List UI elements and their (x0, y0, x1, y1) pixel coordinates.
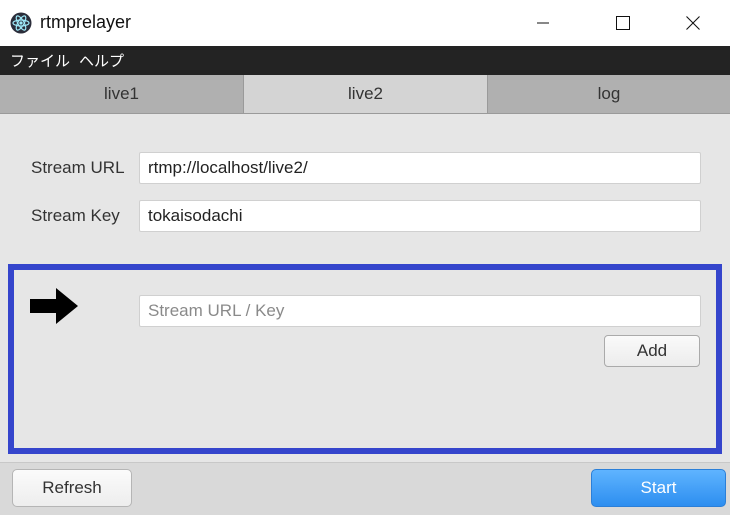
add-button[interactable]: Add (604, 335, 700, 367)
app-logo-icon (10, 12, 32, 34)
stream-url-label: Stream URL (31, 158, 125, 177)
tab-log[interactable]: log (488, 75, 730, 113)
window-title: rtmprelayer (40, 12, 132, 32)
maximize-icon (616, 16, 630, 30)
relay-url-key-input[interactable] (139, 295, 701, 327)
minimize-icon (537, 22, 549, 24)
stream-key-input[interactable] (139, 200, 701, 232)
start-button[interactable]: Start (591, 469, 726, 507)
maximize-button[interactable] (600, 0, 646, 46)
close-icon (686, 16, 700, 30)
minimize-button[interactable] (520, 0, 566, 46)
stream-key-label: Stream Key (31, 206, 120, 225)
right-arrow-icon (30, 288, 78, 324)
menu-file[interactable]: ファイル (10, 50, 70, 71)
tab-live2[interactable]: live2 (244, 75, 488, 113)
refresh-button[interactable]: Refresh (12, 469, 132, 507)
stream-url-input[interactable] (139, 152, 701, 184)
menu-help[interactable]: ヘルプ (79, 50, 124, 71)
close-button[interactable] (670, 0, 716, 46)
tab-live1[interactable]: live1 (0, 75, 244, 113)
